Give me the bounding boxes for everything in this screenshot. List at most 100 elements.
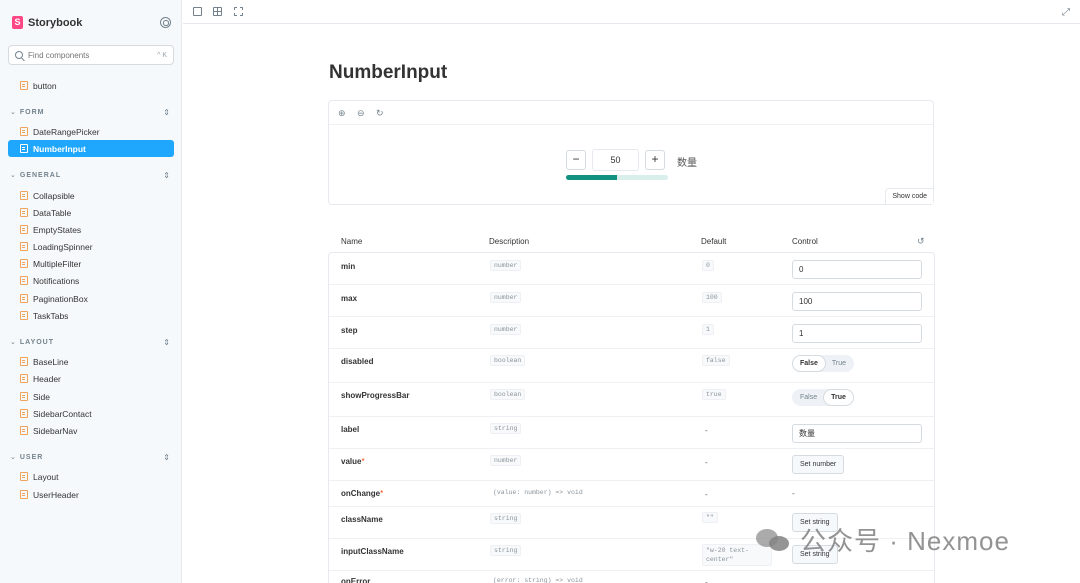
sidebar-item-label: TaskTabs (33, 310, 69, 321)
sidebar-item-tasktabs[interactable]: TaskTabs (8, 307, 174, 324)
disabled-toggle[interactable]: False True (792, 355, 855, 372)
settings-gear-icon[interactable] (160, 17, 171, 28)
toggle-false[interactable]: False (793, 356, 825, 371)
chevron-down-icon: ⌄ (10, 454, 16, 461)
document-icon (20, 311, 28, 320)
chevron-down-icon: ⌄ (10, 109, 16, 116)
sidebar-item-paginationbox[interactable]: PaginationBox (8, 290, 174, 307)
showprogressbar-toggle[interactable]: False True (792, 389, 854, 406)
zoom-out-icon[interactable]: ⊖ (357, 108, 365, 119)
page-title: NumberInput (329, 62, 448, 83)
prop-name: label (341, 425, 360, 434)
document-icon (20, 294, 28, 303)
sidebar-item-multiplefilter[interactable]: MultipleFilter (8, 255, 174, 272)
sidebar-item-sidebarcontact[interactable]: SidebarContact (8, 405, 174, 422)
sidebar-item-button[interactable]: button (8, 77, 174, 94)
progress-bar (566, 175, 668, 180)
increment-button[interactable]: + (645, 150, 665, 170)
sidebar-group-layout[interactable]: ⌄ LAYOUT ⇕ (10, 336, 174, 348)
zoom-in-icon[interactable]: ⊕ (338, 108, 346, 119)
prop-name: disabled (341, 357, 374, 366)
expand-collapse-icon[interactable]: ⇕ (163, 171, 170, 180)
prop-default: - (705, 458, 708, 467)
set-number-button[interactable]: Set number (792, 455, 845, 474)
toggle-false[interactable]: False (793, 390, 824, 405)
decrement-button[interactable]: − (566, 150, 586, 170)
document-icon (20, 208, 28, 217)
group-label: GENERAL (19, 171, 62, 179)
sidebar-item-userheader[interactable]: UserHeader (8, 486, 174, 503)
sidebar-item-layout[interactable]: Layout (8, 468, 174, 485)
prop-default: "" (702, 512, 718, 523)
document-icon (20, 374, 28, 383)
sidebar-item-sidebarnav[interactable]: SidebarNav (8, 422, 174, 439)
watermark: 公众号 · Nexmoe (756, 521, 1010, 558)
grid-icon[interactable] (213, 7, 222, 16)
search-box[interactable]: ^ K (8, 45, 174, 65)
toolbar: ⤢ (183, 0, 1080, 24)
progress-fill (566, 175, 617, 180)
outline-icon[interactable] (234, 7, 243, 16)
prop-default: - (705, 426, 708, 435)
sidebar-item-label: SidebarNav (33, 425, 78, 436)
expand-collapse-icon[interactable]: ⇕ (163, 453, 170, 462)
sidebar-item-side[interactable]: Side (8, 388, 174, 405)
expand-collapse-icon[interactable]: ⇕ (163, 108, 170, 117)
prop-name: onError (341, 577, 371, 583)
sidebar-item-daterangepicker[interactable]: DateRangePicker (8, 123, 174, 140)
reset-controls-icon[interactable]: ↺ (917, 236, 925, 247)
document-icon (20, 191, 28, 200)
sidebar-item-label: Collapsible (33, 190, 75, 201)
number-stepper: − 50 + (566, 149, 665, 171)
table-row: max number 100 100 (329, 285, 934, 317)
image-icon[interactable] (193, 7, 202, 16)
show-code-button[interactable]: Show code (885, 188, 933, 204)
sidebar-item-label: LoadingSpinner (33, 241, 93, 252)
control-empty: - (792, 489, 795, 498)
group-label: USER (19, 453, 44, 461)
step-field[interactable]: 1 (792, 324, 922, 343)
table-row: onError (error: string) => void - (329, 571, 934, 583)
chevron-down-icon: ⌄ (10, 339, 16, 346)
sidebar-item-label: Side (33, 391, 51, 402)
sidebar-item-notifications[interactable]: Notifications (8, 272, 174, 289)
sidebar-item-collapsible[interactable]: Collapsible (8, 187, 174, 204)
toggle-true[interactable]: True (824, 390, 853, 405)
preview-toolbar: ⊕ ⊖ ↻ (329, 101, 933, 125)
table-row: step number 1 1 (329, 317, 934, 349)
required-marker: * (361, 457, 365, 466)
quantity-label: 数量 (677, 158, 697, 169)
watermark-text: 公众号 · Nexmoe (800, 526, 1010, 556)
sidebar-item-header[interactable]: Header (8, 370, 174, 387)
document-icon (20, 225, 28, 234)
sidebar-item-datatable[interactable]: DataTable (8, 204, 174, 221)
zoom-reset-icon[interactable]: ↻ (376, 108, 384, 119)
prop-type: boolean (490, 355, 526, 366)
document-icon (20, 357, 28, 366)
max-field[interactable]: 100 (792, 292, 922, 311)
label-textarea[interactable]: 数量 (792, 424, 922, 443)
expand-collapse-icon[interactable]: ⇕ (163, 338, 170, 347)
brand[interactable]: S Storybook (12, 16, 82, 29)
search-input[interactable] (28, 50, 158, 60)
table-row: min number 0 0 (329, 253, 934, 285)
min-field[interactable]: 0 (792, 260, 922, 279)
table-row: disabled boolean false False True (329, 349, 934, 383)
search-icon (15, 51, 23, 59)
sidebar-item-loadingspinner[interactable]: LoadingSpinner (8, 238, 174, 255)
storybook-logo-icon: S (12, 16, 23, 29)
number-input[interactable]: 50 (592, 149, 639, 171)
header-default: Default (701, 237, 727, 246)
prop-default: - (705, 490, 708, 499)
sidebar-group-user[interactable]: ⌄ USER ⇕ (10, 451, 174, 463)
prop-default: 100 (702, 292, 722, 303)
prop-name: showProgressBar (341, 391, 410, 400)
sidebar-item-numberinput[interactable]: NumberInput (8, 140, 174, 157)
fullscreen-icon[interactable]: ⤢ (1062, 7, 1070, 18)
sidebar-item-label: PaginationBox (33, 293, 88, 304)
toggle-true[interactable]: True (825, 356, 853, 371)
sidebar-item-emptystates[interactable]: EmptyStates (8, 221, 174, 238)
sidebar-group-form[interactable]: ⌄ FORM ⇕ (10, 106, 174, 118)
sidebar-item-baseline[interactable]: BaseLine (8, 353, 174, 370)
sidebar-group-general[interactable]: ⌄ GENERAL ⇕ (10, 169, 174, 181)
